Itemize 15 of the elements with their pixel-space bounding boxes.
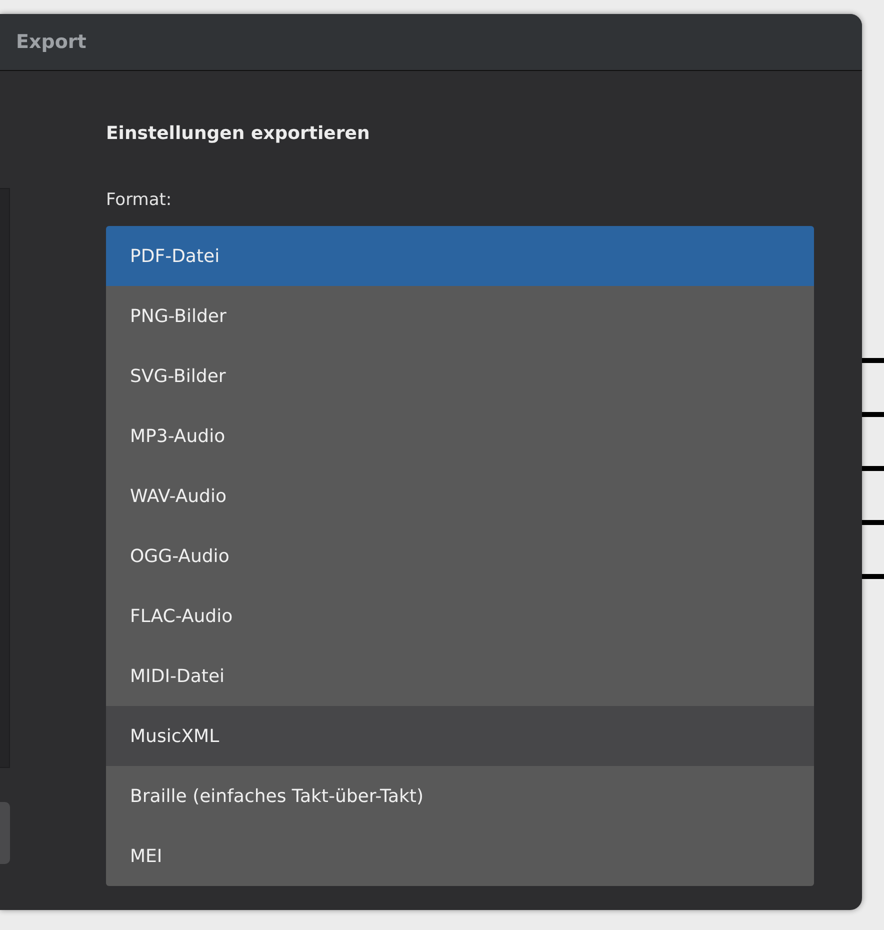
format-option[interactable]: FLAC-Audio bbox=[106, 586, 814, 646]
side-button[interactable] bbox=[0, 802, 10, 864]
format-option[interactable]: MusicXML bbox=[106, 706, 814, 766]
format-option[interactable]: Braille (einfaches Takt-über-Takt) bbox=[106, 766, 814, 826]
format-option[interactable]: PDF-Datei bbox=[106, 226, 814, 286]
format-option[interactable]: WAV-Audio bbox=[106, 466, 814, 526]
format-label: Format: bbox=[106, 190, 173, 210]
format-option[interactable]: MIDI-Datei bbox=[106, 646, 814, 706]
format-option[interactable]: PNG-Bilder bbox=[106, 286, 814, 346]
window-title: Export bbox=[16, 31, 86, 53]
format-option[interactable]: MEI bbox=[106, 826, 814, 886]
format-option[interactable]: SVG-Bilder bbox=[106, 346, 814, 406]
section-heading: Einstellungen exportieren bbox=[106, 123, 371, 144]
format-option[interactable]: OGG-Audio bbox=[106, 526, 814, 586]
format-option[interactable]: MP3-Audio bbox=[106, 406, 814, 466]
